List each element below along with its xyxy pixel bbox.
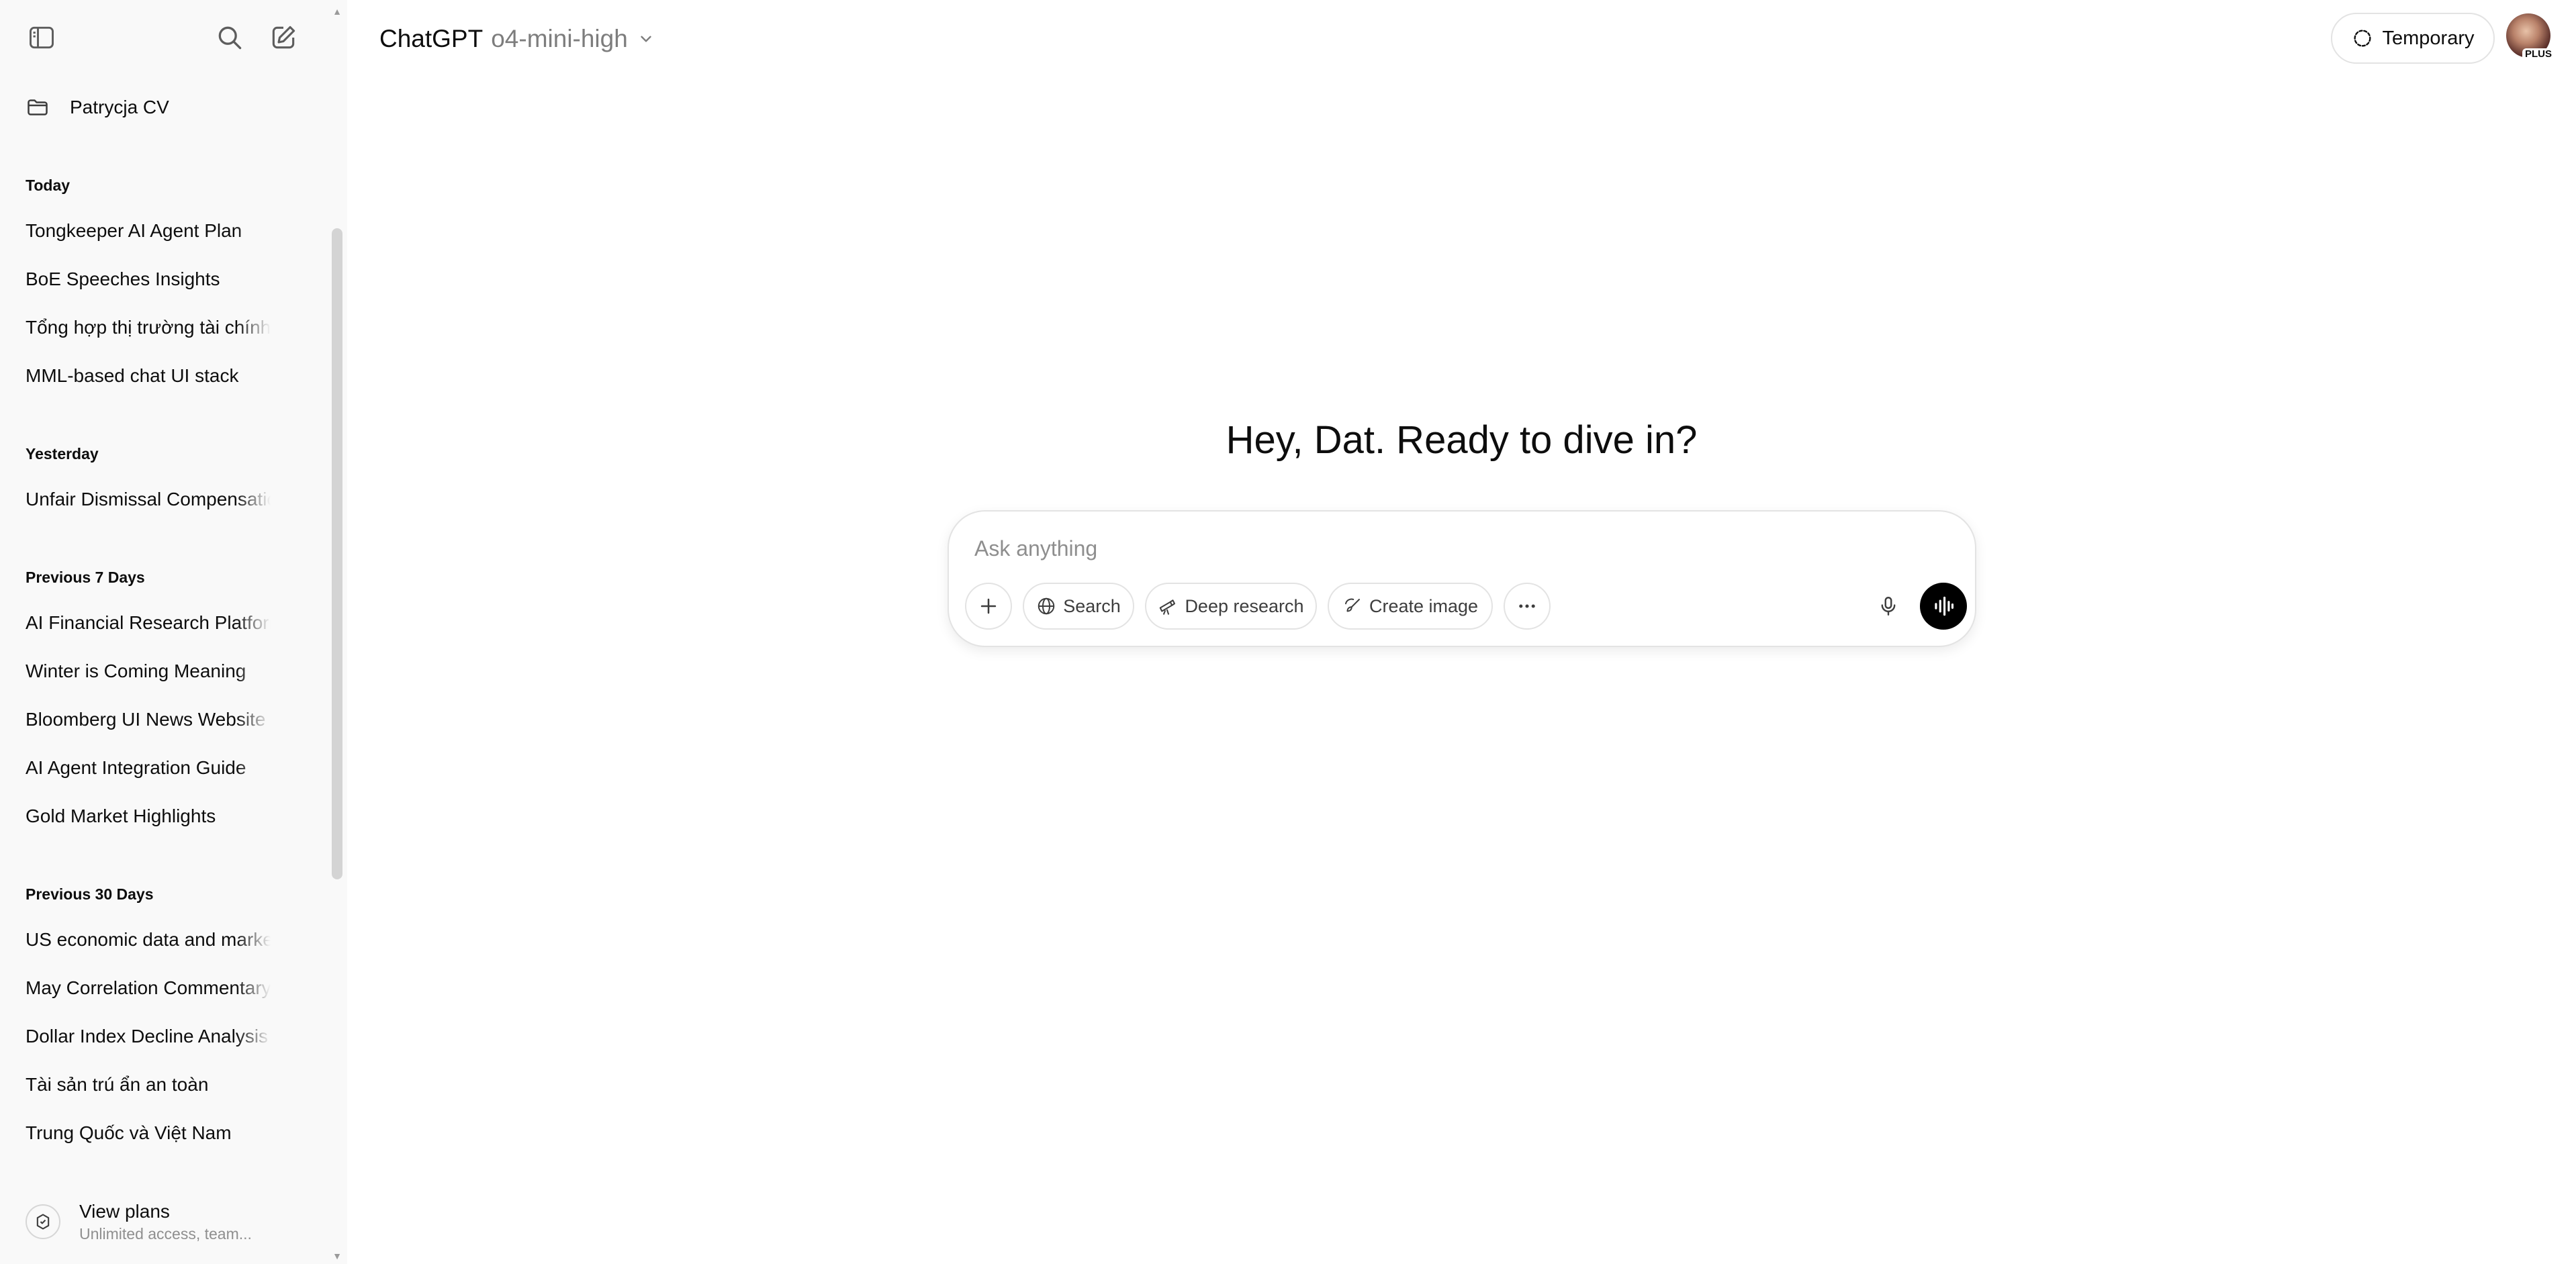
chat-history-item[interactable]: MML-based chat UI stack <box>26 362 271 389</box>
telescope-icon <box>1160 599 1176 615</box>
chat-history-item[interactable]: May Correlation Commentary <box>26 975 271 1002</box>
chat-history-item[interactable]: Bloomberg UI News Website <box>26 706 271 733</box>
chevron-down-icon <box>641 36 651 42</box>
brand-name: ChatGPT <box>379 25 484 52</box>
model-name: o4-mini-high <box>491 25 628 52</box>
more-tools-button[interactable] <box>1504 583 1551 630</box>
microphone-icon <box>1881 597 1896 616</box>
project-item[interactable]: Patrycja CV <box>26 93 169 122</box>
temporary-chat-icon <box>2353 30 2371 47</box>
chat-history-item[interactable]: Tongkeeper AI Agent Plan <box>26 217 271 244</box>
sidebar: Patrycja CV Today Tongkeeper AI Agent Pl… <box>0 0 347 1264</box>
chat-history-item[interactable]: Dollar Index Decline Analysis <box>26 1023 271 1050</box>
sidebar-scrollbar[interactable] <box>332 228 342 879</box>
plus-badge: PLUS <box>2522 48 2555 60</box>
view-plans-subtitle: Unlimited access, team... <box>79 1225 252 1243</box>
section-previous-30-days-heading: Previous 30 Days <box>26 885 154 903</box>
view-plans-text: View plans Unlimited access, team... <box>79 1200 252 1244</box>
plans-icon <box>36 1214 50 1230</box>
chat-history-item[interactable]: AI Agent Integration Guide <box>26 755 271 781</box>
plus-icon <box>980 598 997 614</box>
avatar[interactable]: PLUS <box>2506 13 2555 60</box>
chatgpt-app: Patrycja CV Today Tongkeeper AI Agent Pl… <box>0 0 2576 1264</box>
add-attachment-button[interactable] <box>965 583 1012 630</box>
view-plans-title: View plans <box>79 1201 170 1222</box>
dictate-button[interactable] <box>1865 583 1912 630</box>
search-icon <box>218 26 242 50</box>
chat-history-item[interactable]: Tổng hợp thị trường tài chính <box>26 314 271 341</box>
clipped-previous-item <box>26 51 271 59</box>
plans-icon-wrap <box>26 1204 60 1239</box>
section-yesterday-heading: Yesterday <box>26 445 99 463</box>
composer: Search Deep research Create image <box>948 510 1976 647</box>
chat-history-item[interactable]: Unfair Dismissal Compensation <box>26 486 271 513</box>
greeting-heading: Hey, Dat. Ready to dive in? <box>1226 418 1698 462</box>
section-previous-7-days-heading: Previous 7 Days <box>26 569 145 586</box>
globe-icon <box>1038 597 1055 615</box>
deep-research-button[interactable]: Deep research <box>1145 583 1317 630</box>
chat-history-list: Patrycja CV Today Tongkeeper AI Agent Pl… <box>0 60 336 1175</box>
chat-history-item[interactable]: Trung Quốc và Việt Nam <box>26 1120 271 1147</box>
search-tool-button[interactable]: Search <box>1023 583 1134 630</box>
search-tool-label: Search <box>1063 595 1121 616</box>
temporary-label: Temporary <box>2382 27 2475 49</box>
model-selector[interactable]: ChatGPT o4-mini-high <box>379 20 655 58</box>
prompt-input[interactable] <box>974 532 1847 565</box>
chat-history-item[interactable]: US economic data and market <box>26 926 271 953</box>
section-today-heading: Today <box>26 177 71 194</box>
create-image-label: Create image <box>1369 595 1479 616</box>
voice-mode-button[interactable] <box>1920 583 1967 630</box>
folder-icon <box>28 99 48 115</box>
temporary-chat-button[interactable]: Temporary <box>2331 13 2495 64</box>
main-area: ChatGPT o4-mini-high Temporary PLUS Hey,… <box>347 0 2576 1264</box>
chat-history-item[interactable]: Winter is Coming Meaning <box>26 658 271 685</box>
project-label: Patrycja CV <box>70 97 169 117</box>
deep-research-label: Deep research <box>1185 595 1304 616</box>
chat-history-item[interactable]: Tài sản trú ẩn an toàn <box>26 1071 271 1098</box>
voice-mode-icon <box>1935 596 1954 616</box>
chat-history-item[interactable]: BoE Speeches Insights <box>26 266 271 293</box>
chat-history-item[interactable]: Gold Market Highlights <box>26 803 271 830</box>
paintbrush-icon <box>1344 598 1360 612</box>
new-chat-icon <box>272 26 295 49</box>
view-plans-button[interactable]: View plans Unlimited access, team... <box>26 1196 308 1247</box>
more-icon <box>1519 604 1535 608</box>
create-image-button[interactable]: Create image <box>1328 583 1493 630</box>
scroll-up-arrow[interactable]: ▲ <box>332 7 342 16</box>
chat-history-item[interactable]: AI Financial Research Platform <box>26 610 271 636</box>
sidebar-toggle-icon <box>30 26 54 49</box>
scroll-down-arrow[interactable]: ▼ <box>332 1251 342 1261</box>
